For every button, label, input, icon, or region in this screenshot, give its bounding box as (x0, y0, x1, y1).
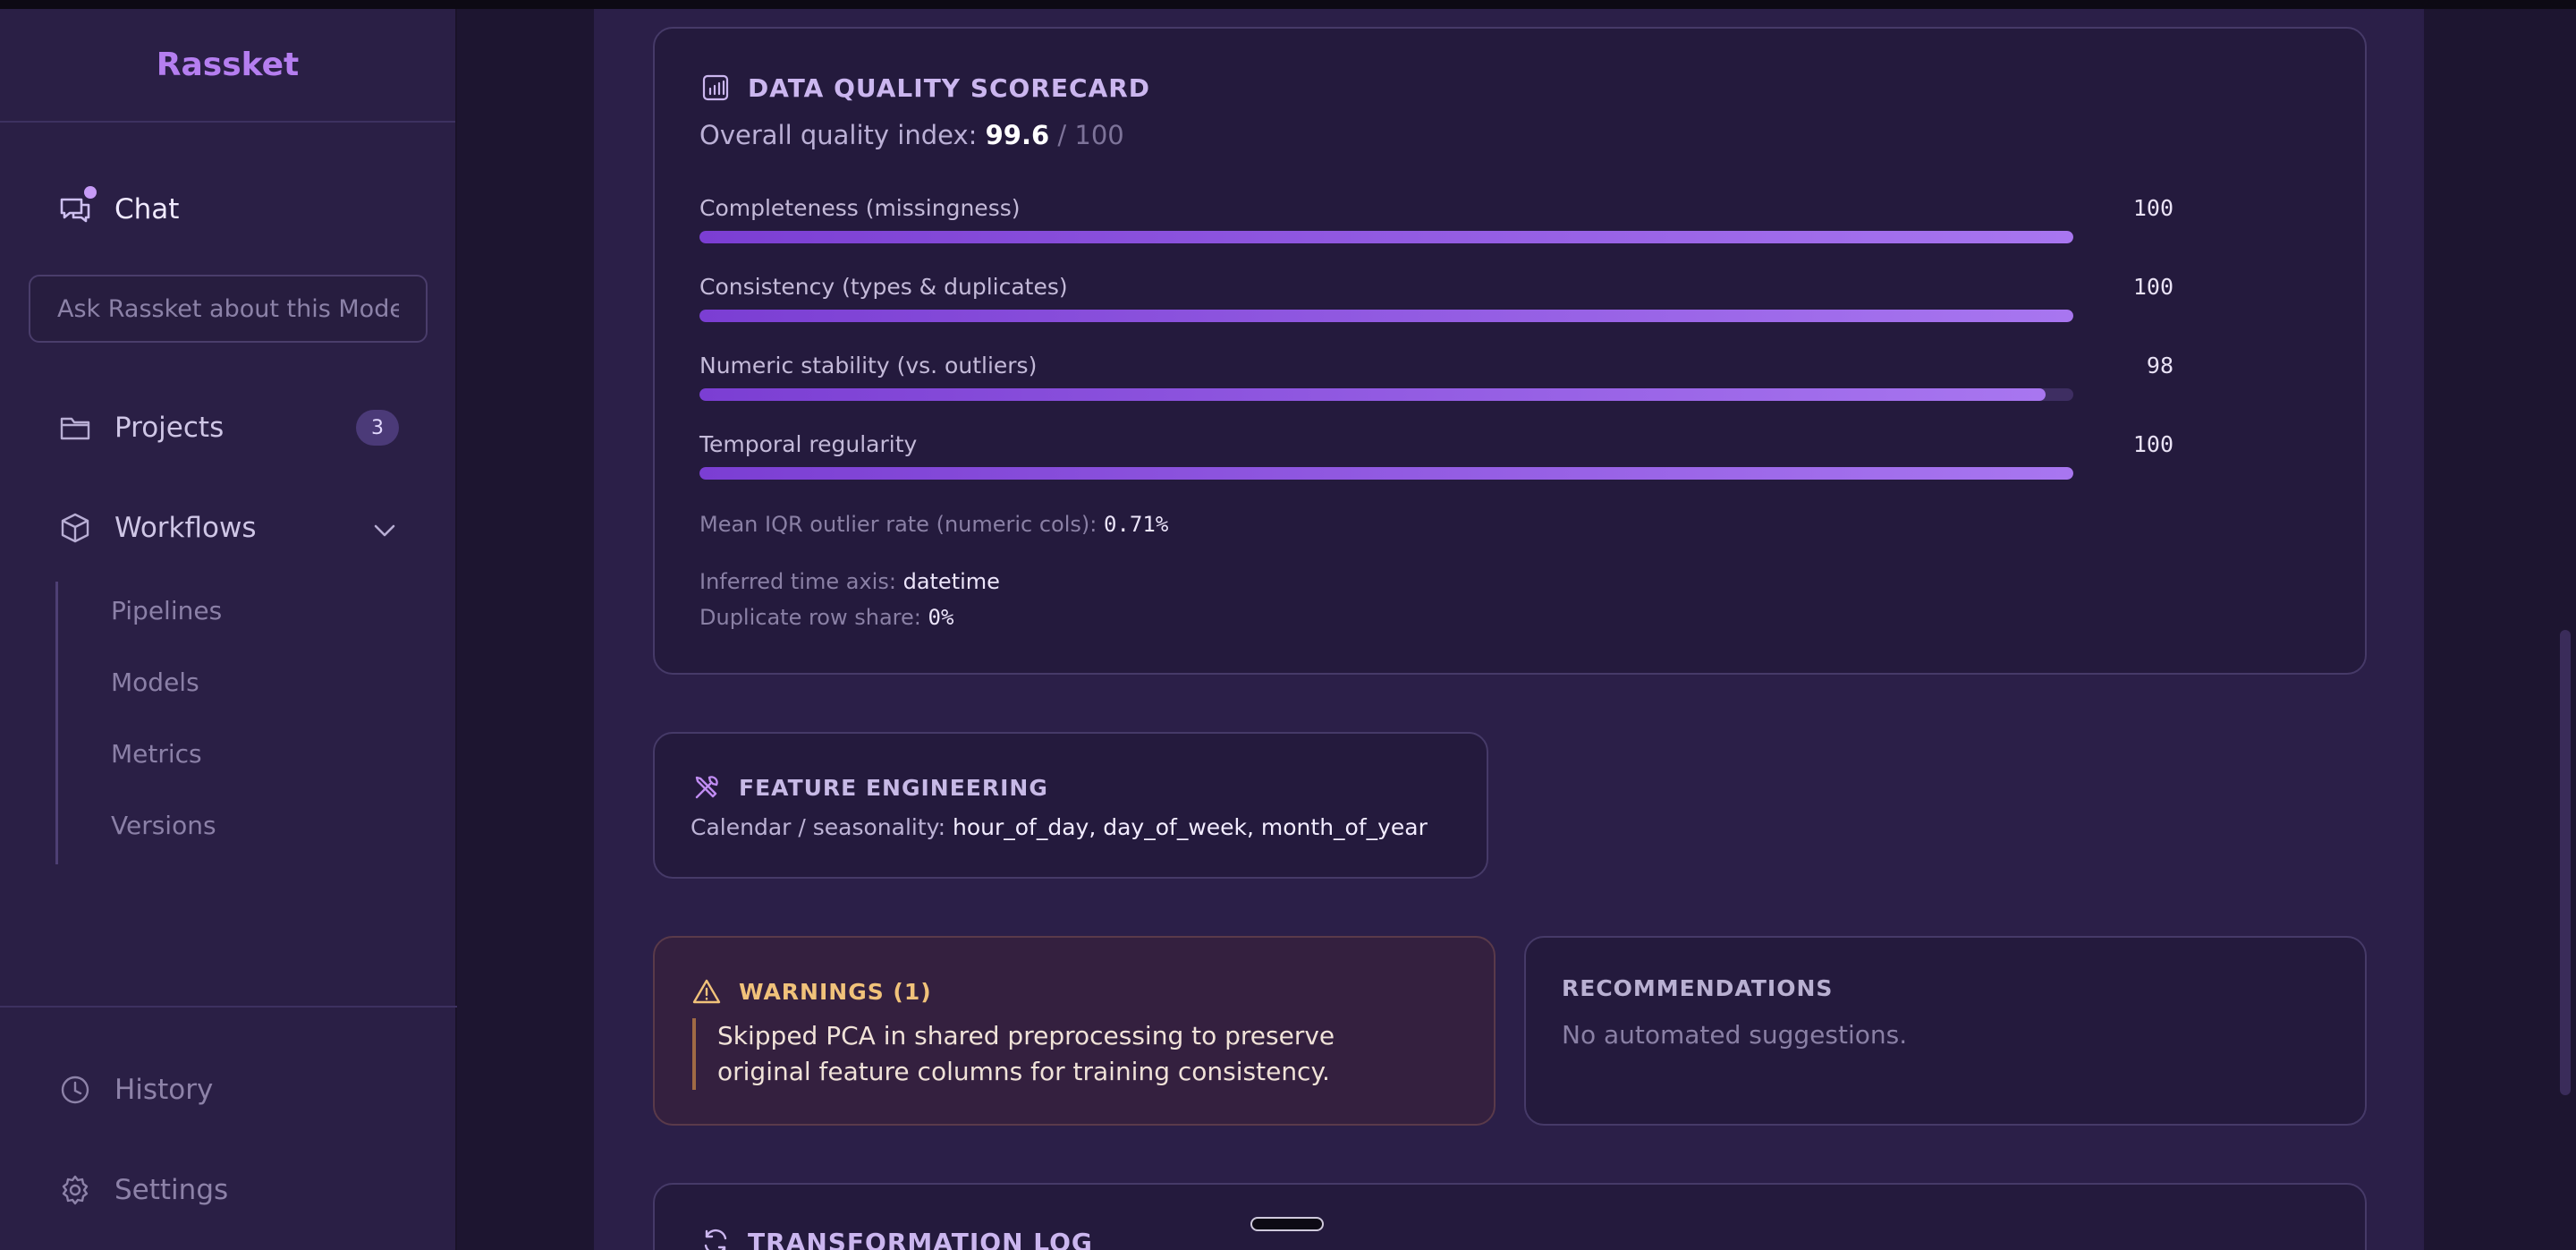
tools-icon (691, 771, 723, 804)
metric-bar-fill (699, 467, 2073, 480)
sidebar-divider (0, 1006, 457, 1008)
metric-bar (699, 388, 2073, 401)
projects-count-badge: 3 (356, 410, 399, 446)
metric-bar (699, 467, 2073, 480)
inferred-time-axis: Inferred time axis: datetime (699, 569, 1000, 594)
ask-rassket-input[interactable] (29, 275, 428, 343)
iqr-outlier-rate: Mean IQR outlier rate (numeric cols): 0.… (699, 512, 1168, 537)
scorecard-title-text: DATA QUALITY SCORECARD (748, 72, 1151, 103)
calendar-seasonality: Calendar / seasonality: hour_of_day, day… (691, 814, 1428, 840)
metric-label: Consistency (types & duplicates) (699, 274, 1068, 300)
chat-notification-dot (84, 186, 97, 199)
metric-value: 98 (2146, 353, 2174, 378)
metric-value: 100 (2132, 274, 2174, 300)
sidebar-item-history[interactable]: History (57, 1072, 213, 1108)
duplicate-row-share: Duplicate row share: 0% (699, 605, 953, 630)
folder-icon (57, 410, 93, 446)
top-edge (0, 0, 2576, 9)
feature-engineering-title-text: FEATURE ENGINEERING (739, 774, 1048, 801)
sidebar-item-chat[interactable]: Chat (57, 186, 180, 227)
sidebar-item-settings[interactable]: Settings (57, 1172, 228, 1208)
warnings-card: WARNINGS (1) Skipped PCA in shared prepr… (653, 936, 1496, 1126)
metric-value: 100 (2132, 195, 2174, 221)
calendar-label: Calendar / seasonality: (691, 814, 946, 840)
sidebar-item-workflows[interactable]: Workflows (57, 510, 257, 546)
sidebar-item-metrics[interactable]: Metrics (111, 739, 202, 769)
time-axis-value: datetime (902, 569, 1000, 594)
warning-icon (691, 975, 723, 1008)
iqr-label: Mean IQR outlier rate (numeric cols): (699, 512, 1097, 537)
bar-chart-icon (699, 72, 732, 104)
transformation-log-title-text: TRANSFORMATION LOG (748, 1227, 1093, 1250)
metric-bar (699, 231, 2073, 243)
metric-bar (699, 310, 2073, 322)
feature-engineering-title: FEATURE ENGINEERING (691, 771, 1048, 804)
metric-bar-fill (699, 231, 2073, 243)
sidebar-item-label: Chat (114, 193, 180, 225)
scrollbar-thumb[interactable] (2560, 630, 2571, 1095)
dup-label: Duplicate row share: (699, 605, 921, 630)
cube-icon (57, 510, 93, 546)
scorecard-title: DATA QUALITY SCORECARD (699, 72, 1150, 104)
sidebar-item-versions[interactable]: Versions (111, 811, 216, 840)
recommendations-title: RECOMMENDATIONS (1562, 975, 1834, 1001)
drag-handle[interactable] (1250, 1217, 1324, 1231)
sidebar-item-pipelines[interactable]: Pipelines (111, 596, 222, 625)
transformation-log-card: TRANSFORMATION LOG (653, 1183, 2367, 1250)
transformation-log-title: TRANSFORMATION LOG (699, 1226, 1093, 1250)
iqr-value: 0.71% (1104, 512, 1169, 537)
warnings-title-text: WARNINGS (1) (739, 978, 932, 1005)
metric-bar-fill (699, 388, 2046, 401)
time-axis-label: Inferred time axis: (699, 569, 896, 594)
refresh-icon (699, 1226, 732, 1250)
sidebar-item-label: History (114, 1074, 214, 1106)
overall-label: Overall quality index: (699, 120, 978, 150)
overall-value: 99.6 (985, 120, 1050, 150)
sidebar-item-label: Projects (114, 412, 225, 444)
metric-label: Completeness (missingness) (699, 195, 1021, 221)
workflow-subnav-line (55, 582, 58, 864)
clock-icon (57, 1072, 93, 1108)
sidebar-item-projects[interactable]: Projects (57, 410, 224, 446)
metric-label: Numeric stability (vs. outliers) (699, 353, 1038, 378)
overall-quality-index: Overall quality index: 99.6 / 100 (699, 120, 1124, 150)
feature-engineering-card: FEATURE ENGINEERING Calendar / seasonali… (653, 732, 1488, 879)
recommendations-card: RECOMMENDATIONS No automated suggestions… (1524, 936, 2367, 1126)
chevron-down-icon[interactable] (372, 523, 397, 539)
warnings-title: WARNINGS (1) (691, 975, 932, 1008)
calendar-value: hour_of_day, day_of_week, month_of_year (953, 814, 1428, 840)
sidebar: Rassket Chat Projects 3 Workflows (0, 9, 457, 1250)
sidebar-item-label: Workflows (114, 512, 257, 544)
overall-suffix: / 100 (1057, 120, 1124, 150)
gear-icon (57, 1172, 93, 1208)
metric-bar-fill (699, 310, 2073, 322)
recommendations-text: No automated suggestions. (1562, 1020, 1908, 1050)
brand-logo[interactable]: Rassket (0, 9, 455, 123)
dup-value: 0% (928, 605, 954, 630)
sidebar-item-models[interactable]: Models (111, 668, 199, 697)
metric-label: Temporal regularity (699, 431, 918, 457)
metric-value: 100 (2132, 431, 2174, 457)
warning-message: Skipped PCA in shared preprocessing to p… (692, 1018, 1426, 1090)
sidebar-item-label: Settings (114, 1174, 229, 1206)
data-quality-scorecard: DATA QUALITY SCORECARD Overall quality i… (653, 27, 2367, 675)
